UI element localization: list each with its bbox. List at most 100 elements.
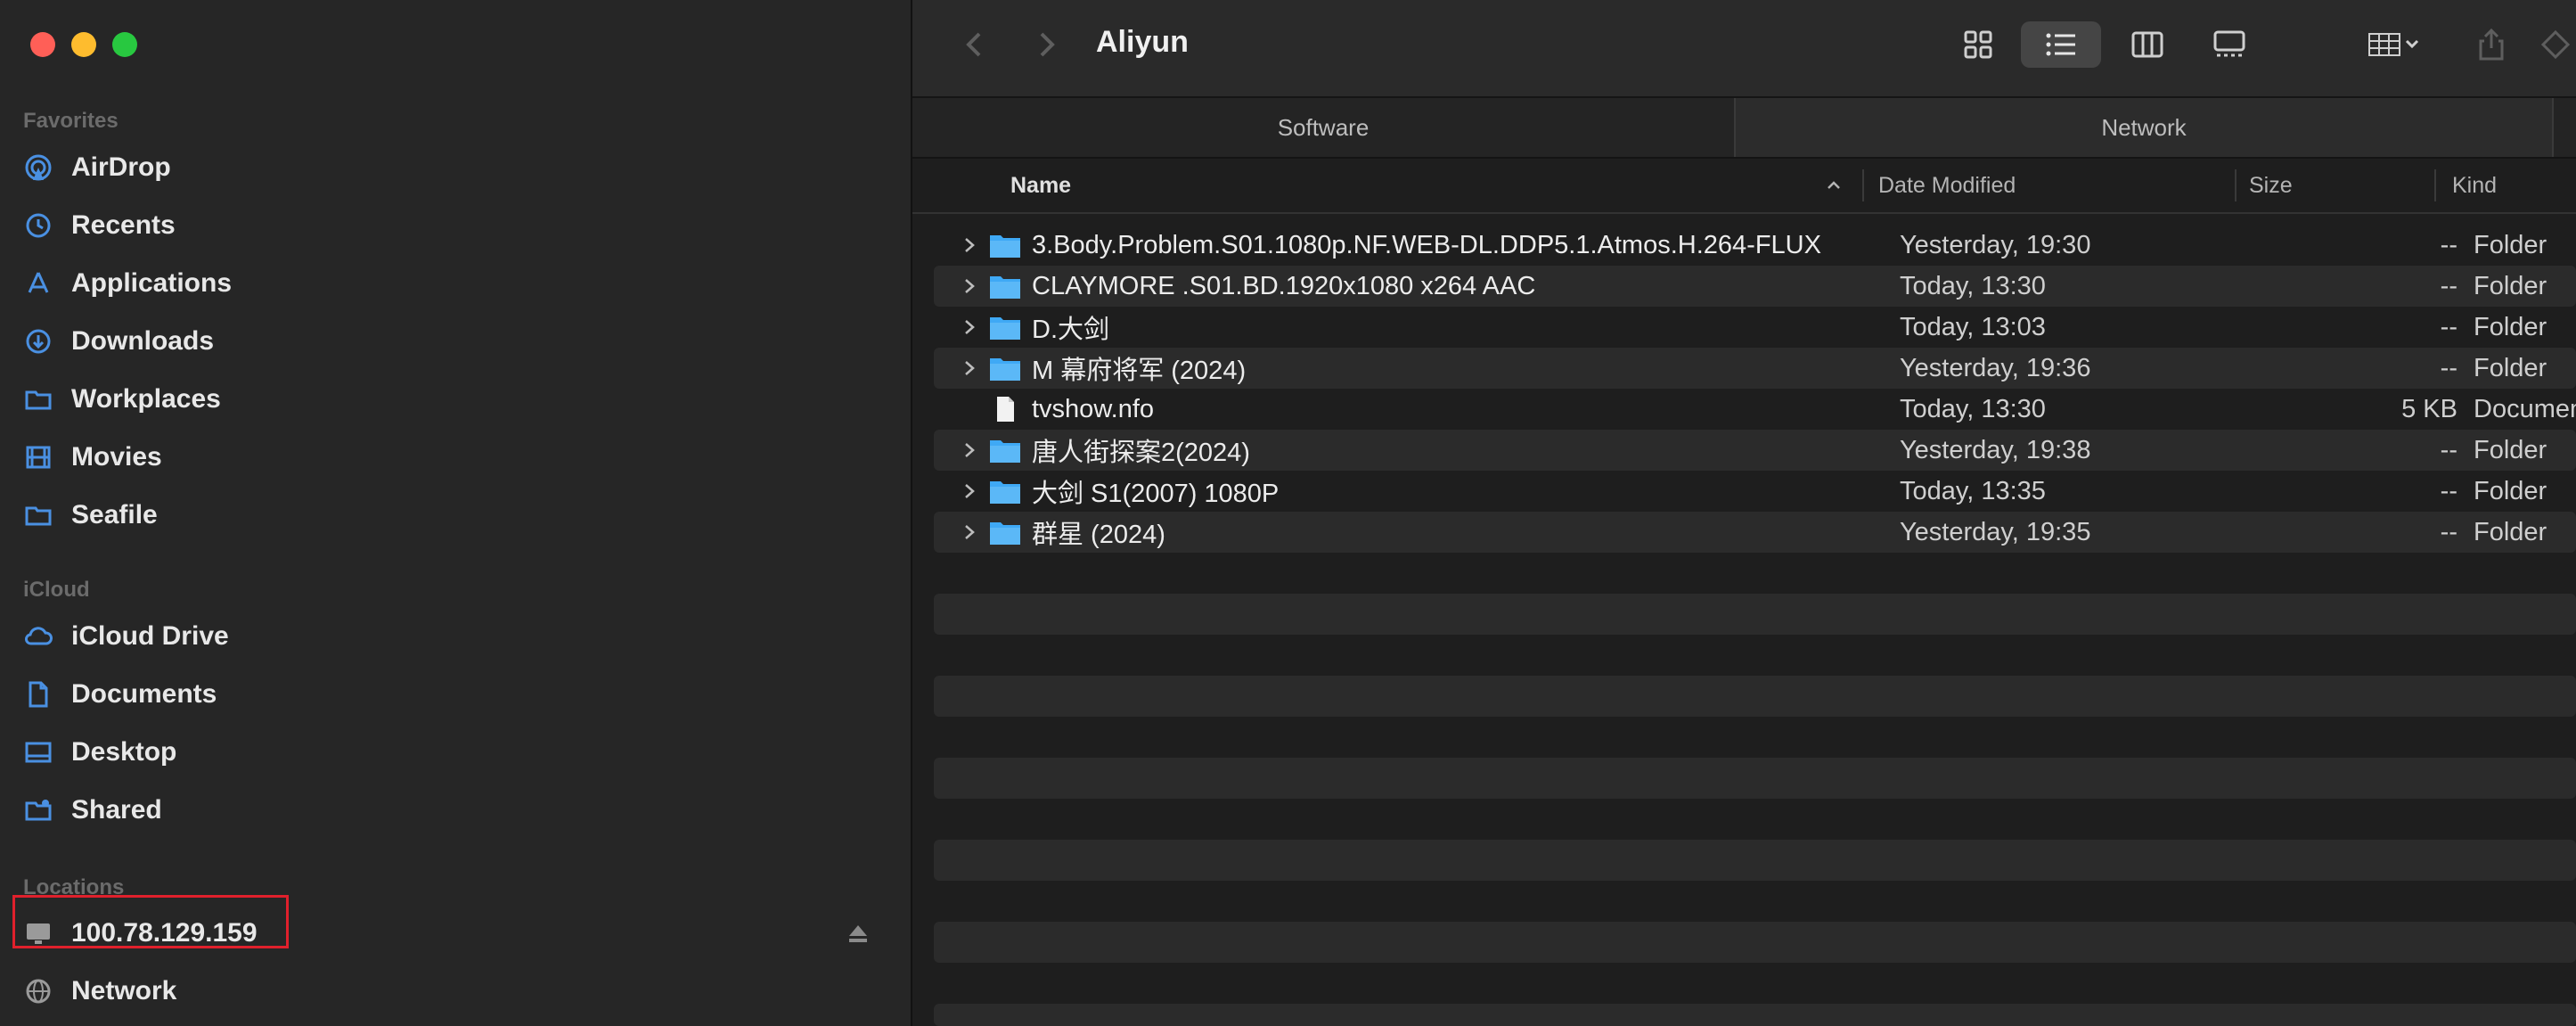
film-icon [23, 442, 53, 472]
table-row[interactable]: M 幕府将军 (2024) Yesterday, 19:36 -- Folder [934, 348, 2576, 389]
file-name: 唐人街探案2(2024) [1032, 439, 1250, 467]
favorites-section-title: Favorites [23, 109, 119, 133]
file-kind: Folder [2474, 271, 2547, 300]
eject-icon[interactable] [846, 922, 870, 945]
file-date-modified: Today, 13:30 [1900, 271, 2046, 300]
chevron-left-icon [966, 32, 981, 57]
disclosure-triangle-icon[interactable] [961, 225, 978, 266]
sidebar: Favorites AirDrop Recents Applications D… [0, 0, 912, 1026]
close-window-button[interactable] [30, 32, 55, 57]
sidebar-item-label: Workplaces [71, 384, 221, 414]
document-icon [23, 679, 53, 710]
file-kind: Folder [2474, 312, 2547, 341]
disclosure-triangle-icon[interactable] [961, 348, 978, 389]
disclosure-triangle-icon[interactable] [961, 307, 978, 348]
back-button[interactable] [957, 27, 993, 62]
sidebar-item-label: Recents [71, 210, 176, 240]
list-view-button[interactable] [2021, 21, 2101, 68]
empty-row-stripe [934, 594, 2576, 635]
zoom-window-button[interactable] [112, 32, 137, 57]
file-kind: Folder [2474, 517, 2547, 546]
folder-icon [989, 307, 1021, 348]
empty-row-stripe [934, 840, 2576, 881]
airdrop-icon [23, 152, 53, 183]
cloud-icon [23, 621, 53, 652]
sidebar-item-workplaces[interactable]: Workplaces [23, 377, 221, 422]
table-row[interactable]: D.大剑 Today, 13:03 -- Folder [934, 307, 2576, 348]
empty-row-stripe [934, 676, 2576, 717]
forward-button[interactable] [1028, 27, 1064, 62]
tab-bar: Software Network [912, 98, 2576, 159]
column-view-button[interactable] [2122, 21, 2172, 68]
gallery-icon [2213, 30, 2245, 57]
sidebar-item-label: Seafile [71, 500, 158, 529]
disclosure-triangle-icon[interactable] [961, 512, 978, 553]
table-row[interactable]: 3.Body.Problem.S01.1080p.NF.WEB-DL.DDP5.… [934, 225, 2576, 266]
sidebar-item-downloads[interactable]: Downloads [23, 319, 214, 364]
minimize-window-button[interactable] [71, 32, 96, 57]
sidebar-item-airdrop[interactable]: AirDrop [23, 145, 171, 190]
disclosure-triangle-icon[interactable] [961, 471, 978, 512]
highlight-box [12, 895, 289, 948]
sidebar-item-label: iCloud Drive [71, 621, 229, 651]
document-file-icon [989, 389, 1021, 430]
file-name: CLAYMORE .S01.BD.1920x1080 x264 AAC [1032, 271, 1536, 300]
folder-icon [23, 384, 53, 415]
clock-icon [23, 210, 53, 241]
file-date-modified: Yesterday, 19:38 [1900, 435, 2091, 464]
sidebar-item-label: AirDrop [71, 152, 171, 182]
grid-icon [1964, 30, 1992, 59]
disclosure-triangle-icon[interactable] [961, 266, 978, 307]
file-size: -- [2440, 312, 2457, 341]
sidebar-item-seafile[interactable]: Seafile [23, 493, 158, 538]
group-by-button[interactable] [2354, 21, 2434, 68]
column-header-kind[interactable]: Kind [2452, 159, 2497, 212]
file-size: -- [2440, 476, 2457, 505]
file-list: 3.Body.Problem.S01.1080p.NF.WEB-DL.DDP5.… [934, 225, 2576, 553]
sidebar-item-network[interactable]: Network [23, 969, 176, 1014]
column-separator[interactable] [2235, 169, 2237, 201]
file-name: 大剑 S1(2007) 1080P [1032, 480, 1280, 508]
tag-button[interactable] [2531, 21, 2576, 68]
folder-icon [989, 471, 1021, 512]
folder-icon [989, 430, 1021, 471]
column-header-date[interactable]: Date Modified [1878, 159, 2016, 212]
table-row[interactable]: tvshow.nfo Today, 13:30 5 KB Document [934, 389, 2576, 430]
share-button[interactable] [2466, 21, 2516, 68]
table-row[interactable]: 群星 (2024) Yesterday, 19:35 -- Folder [934, 512, 2576, 553]
file-kind: Folder [2474, 353, 2547, 382]
file-size: -- [2440, 271, 2457, 300]
empty-row-stripe [934, 758, 2576, 799]
download-icon [23, 326, 53, 357]
sidebar-item-label: Documents [71, 679, 217, 709]
file-size: -- [2440, 353, 2457, 382]
column-separator[interactable] [1862, 169, 1864, 201]
sidebar-item-movies[interactable]: Movies [23, 435, 162, 480]
icon-view-button[interactable] [1953, 21, 2003, 68]
empty-row-stripe [934, 1004, 2576, 1026]
sidebar-item-documents[interactable]: Documents [23, 672, 217, 717]
sidebar-item-icloud-drive[interactable]: iCloud Drive [23, 614, 229, 659]
share-icon [2479, 28, 2504, 61]
tab-software[interactable]: Software [912, 98, 1734, 157]
disclosure-triangle-icon[interactable] [961, 430, 978, 471]
folder-icon [989, 266, 1021, 307]
main-pane: Aliyun Software Network Name Date Modifi… [912, 0, 2576, 1026]
gallery-view-button[interactable] [2204, 21, 2254, 68]
table-row[interactable]: 唐人街探案2(2024) Yesterday, 19:38 -- Folder [934, 430, 2576, 471]
sidebar-item-recents[interactable]: Recents [23, 203, 176, 248]
tab-network[interactable]: Network [1736, 98, 2552, 157]
globe-icon [23, 976, 53, 1006]
sidebar-item-desktop[interactable]: Desktop [23, 730, 176, 775]
icloud-section-title: iCloud [23, 578, 90, 602]
column-separator[interactable] [2434, 169, 2436, 201]
table-row[interactable]: 大剑 S1(2007) 1080P Today, 13:35 -- Folder [934, 471, 2576, 512]
table-row[interactable]: CLAYMORE .S01.BD.1920x1080 x264 AAC Today… [934, 266, 2576, 307]
sidebar-item-shared[interactable]: Shared [23, 788, 162, 833]
file-name: D.大剑 [1032, 316, 1110, 344]
column-header-name[interactable]: Name [1010, 159, 1071, 212]
applications-icon [23, 268, 53, 299]
column-header: Name Date Modified Size Kind [912, 159, 2576, 214]
column-header-size[interactable]: Size [2249, 159, 2293, 212]
sidebar-item-applications[interactable]: Applications [23, 261, 232, 306]
